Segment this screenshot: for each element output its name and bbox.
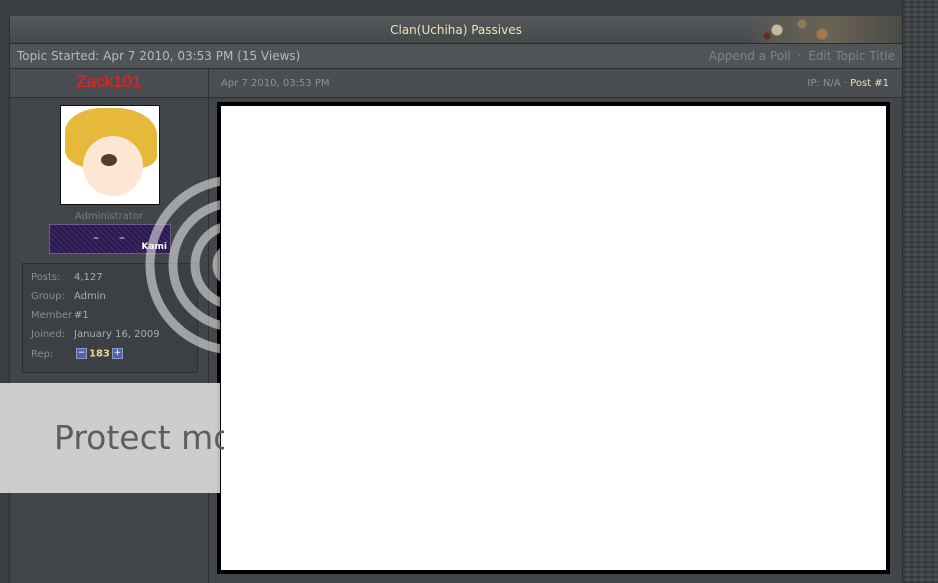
- stat-rep-label: Rep:: [31, 348, 54, 360]
- topic-title: Clan(Uchiha) Passives: [390, 23, 522, 37]
- stat-member: Member #1: [31, 310, 89, 321]
- actions-separator: ·: [797, 49, 802, 63]
- stat-posts-label: Posts:: [31, 272, 61, 283]
- watermark-text: Protect more of your memories for less!: [54, 418, 224, 457]
- post-date: Apr 7 2010, 03:53 PM: [221, 78, 330, 89]
- topic-info-row: Topic Started: Apr 7 2010, 03:53 PM (15 …: [10, 44, 902, 69]
- edit-topic-title-link[interactable]: Edit Topic Title: [808, 49, 895, 63]
- topic-started-text: Topic Started: Apr 7 2010, 03:53 PM (15 …: [17, 49, 301, 63]
- topic-title-bar: Clan(Uchiha) Passives: [10, 16, 902, 44]
- stat-posts-value: 4,127: [74, 272, 103, 283]
- post-body-image: [217, 102, 890, 574]
- stat-group-value: Admin: [74, 291, 106, 302]
- watermark-rings: [140, 170, 220, 360]
- post-ip: IP: N/A ·: [807, 78, 847, 89]
- post-number-link[interactable]: Post #1: [850, 78, 889, 89]
- stat-member-label: Member: [31, 310, 73, 321]
- stat-member-value: #1: [74, 310, 89, 321]
- post-header: Apr 7 2010, 03:53 PM IP: N/A · Post #1: [209, 69, 902, 98]
- append-poll-link[interactable]: Append a Poll: [709, 49, 791, 63]
- rep-plus-button[interactable]: +: [111, 348, 123, 359]
- rep-minus-button[interactable]: −: [76, 348, 87, 359]
- post-column: Apr 7 2010, 03:53 PM IP: N/A · Post #1: [209, 69, 902, 583]
- rank-eyes-graphic: [90, 235, 128, 241]
- rep-value: 183: [89, 348, 110, 360]
- stat-posts: Posts: 4,127: [31, 272, 103, 283]
- stat-group-label: Group:: [31, 291, 65, 302]
- post-meta: IP: N/A · Post #1: [807, 78, 889, 89]
- stat-joined-label: Joined:: [31, 329, 66, 340]
- poster-username[interactable]: Zack101: [10, 72, 208, 92]
- username-bar: Zack101: [10, 69, 208, 98]
- avatar-eye: [101, 154, 117, 166]
- stat-group: Group: Admin: [31, 291, 106, 302]
- page-side-texture: [902, 0, 938, 583]
- avatar-face: [83, 136, 143, 196]
- topic-actions: Append a Poll · Edit Topic Title: [709, 49, 895, 63]
- stat-rep: Rep: −183 +: [31, 348, 125, 360]
